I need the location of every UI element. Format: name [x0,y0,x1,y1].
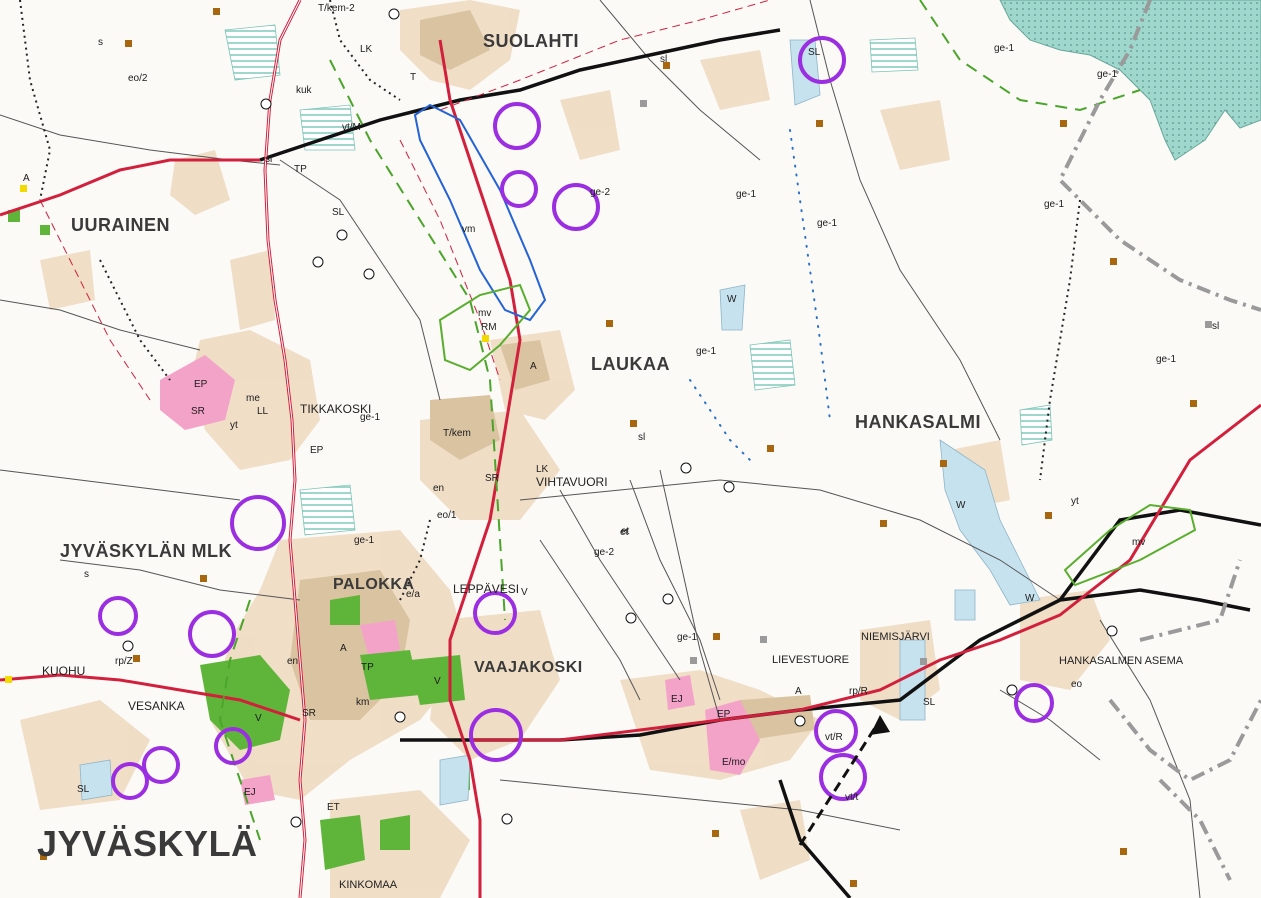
label-hankasalmen-asema: HANKASALMEN ASEMA [1059,655,1184,667]
code-ge1-9: ge-1 [736,189,756,200]
code-vtm: vt/M [342,122,361,133]
code-rm: RM [481,322,497,333]
code-w-3: W [1025,593,1035,604]
code-a-1: A [23,173,30,184]
code-ge1-1: ge-1 [994,43,1014,54]
label-kuohu: KUOHU [42,664,85,678]
label-jyvaskyla: JYVÄSKYLÄ [37,823,258,864]
code-vm: vm [462,224,475,235]
code-tp-2: TP [361,662,374,673]
label-kinkomaa: KINKOMAA [339,879,398,891]
label-laukaa: LAUKAA [591,354,670,374]
code-tp-1: TP [294,164,307,175]
code-eo1: eo/1 [437,510,457,521]
code-a-3: A [340,643,347,654]
code-sr-1: SR [191,406,205,417]
code-ge1-3: ge-1 [1044,199,1064,210]
code-v-2: V [255,713,262,724]
code-et-2: ET [327,802,340,813]
code-sl-1: sl [660,54,667,65]
code-sl-3: SL [332,207,345,218]
code-s-2: s [84,569,89,580]
code-sl-2: SL [808,47,821,58]
code-me: me [246,393,260,404]
code-vtr: vt/R [825,732,843,743]
code-w-1: W [727,294,737,305]
label-uurainen: UURAINEN [71,215,170,235]
code-sl-8: sl [1212,321,1219,332]
code-ej-2: EJ [671,694,683,705]
code-sl-6: sl [265,154,272,165]
code-lk-1: LK [360,44,373,55]
code-vtt: vt/t [845,792,859,803]
code-ea: e/a [406,589,420,600]
label-hankasalmi: HANKASALMI [855,412,981,432]
code-lk-2: LK [536,464,549,475]
code-ge1-7: ge-1 [354,535,374,546]
regional-plan-map[interactable]: SUOLAHTI UURAINEN LAUKAA HANKASALMI TIKK… [0,0,1261,898]
code-mv-1: mv [478,308,491,319]
code-en-1: en [433,483,444,494]
code-t-1: T [410,72,416,83]
code-sr-3: SR [485,473,499,484]
code-ll: LL [257,406,269,417]
code-ge2-2: ge-2 [594,547,614,558]
code-ej-1: EJ [244,787,256,798]
code-a-2: A [530,361,537,372]
code-s-1: s [98,37,103,48]
code-emo: E/mo [722,757,746,768]
label-niemisjarvi: NIEMISJÄRVI [861,631,930,643]
label-palokka: PALOKKA [333,576,414,593]
code-a-4: A [795,686,802,697]
code-ge2-1: ge-2 [590,187,610,198]
label-leppavesi: LEPPÄVESI [453,582,519,596]
code-mv-2: mv [1132,537,1145,548]
code-ep-1: EP [194,379,208,390]
label-vihtavuori: VIHTAVUORI [536,475,608,489]
code-rpr: rp/R [849,686,868,697]
label-vesanka: VESANKA [128,699,185,713]
map-view[interactable]: SUOLAHTI UURAINEN LAUKAA HANKASALMI TIKK… [0,0,1261,898]
code-ep-2: EP [717,709,731,720]
code-v-1: V [434,676,441,687]
code-ge1-4: ge-1 [1156,354,1176,365]
code-tkem: T/kem [443,428,471,439]
code-yt-1: yt [1071,496,1079,507]
code-et-3: et [621,526,630,537]
code-sl-5: SL [77,784,90,795]
code-v-3: V [521,587,528,598]
code-eo: eo [1071,679,1083,690]
label-lievestuore: LIEVESTUORE [772,654,849,666]
code-ge1-5: ge-1 [696,346,716,357]
code-w-2: W [956,500,966,511]
code-ge1-8: ge-1 [677,632,697,643]
code-yt-2: yt [230,420,238,431]
map-background [0,0,1261,898]
code-ge1-2: ge-1 [817,218,837,229]
code-ge1-6: ge-1 [360,412,380,423]
label-jyvaskylan-mlk: JYVÄSKYLÄN MLK [60,541,232,561]
code-kuk: kuk [296,85,313,96]
code-eo2: eo/2 [128,73,148,84]
label-vaajakoski: VAAJAKOSKI [474,659,583,676]
code-ge1-10: ge-1 [1097,69,1117,80]
code-rpz: rp/Z [115,656,133,667]
code-sl-7: sl [638,432,645,443]
code-km: km [356,697,369,708]
label-suolahti: SUOLAHTI [483,31,579,51]
code-sr-2: SR [302,708,316,719]
code-en-2: en [287,656,298,667]
code-tkem2: T/kem-2 [318,3,355,14]
code-sl-4: SL [923,697,936,708]
code-ep-3: EP [310,445,324,456]
